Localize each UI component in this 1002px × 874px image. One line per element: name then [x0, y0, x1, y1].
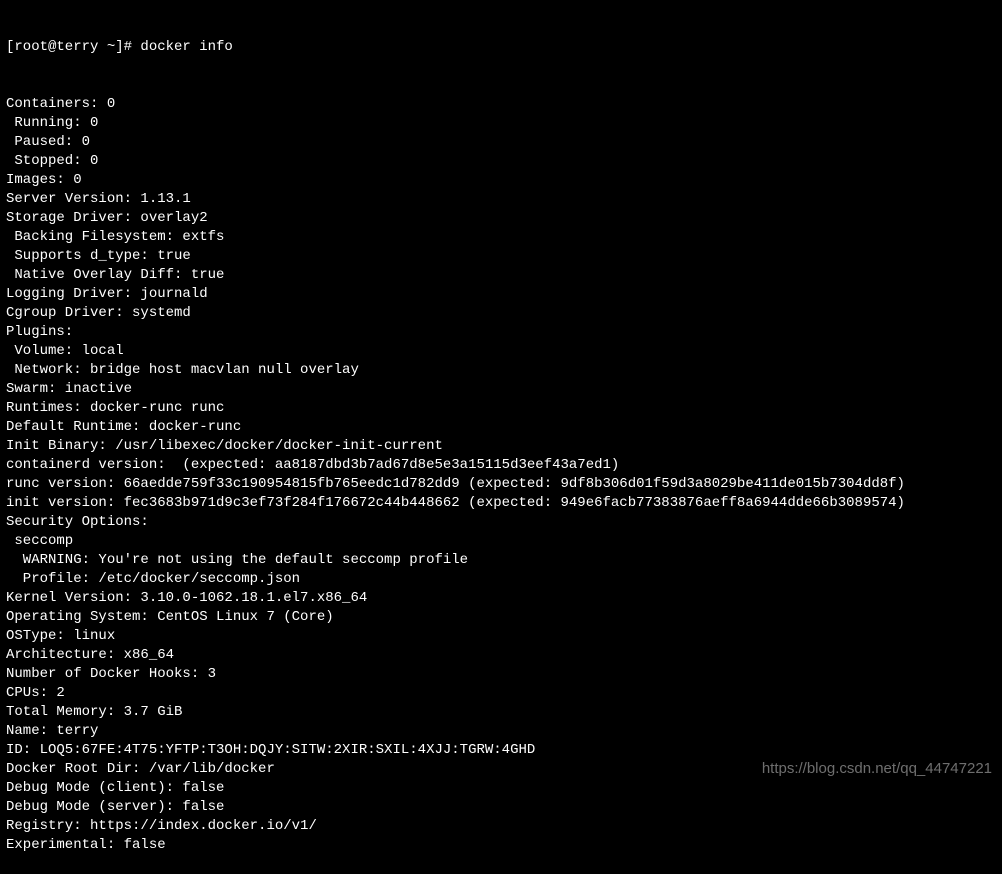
output-line: Profile: /etc/docker/seccomp.json: [6, 570, 996, 589]
output-line: containerd version: (expected: aa8187dbd…: [6, 456, 996, 475]
output-line: seccomp: [6, 532, 996, 551]
output-line: Security Options:: [6, 513, 996, 532]
output-line: Operating System: CentOS Linux 7 (Core): [6, 608, 996, 627]
output-line: Experimental: false: [6, 836, 996, 855]
output-line: Registry: https://index.docker.io/v1/: [6, 817, 996, 836]
output-line: Default Runtime: docker-runc: [6, 418, 996, 437]
output-line: Debug Mode (client): false: [6, 779, 996, 798]
output-line: Images: 0: [6, 171, 996, 190]
output-line: Paused: 0: [6, 133, 996, 152]
output-line: Native Overlay Diff: true: [6, 266, 996, 285]
output-line: Total Memory: 3.7 GiB: [6, 703, 996, 722]
output-line: Backing Filesystem: extfs: [6, 228, 996, 247]
output-line: Volume: local: [6, 342, 996, 361]
terminal-output[interactable]: [root@terry ~]# docker info Containers: …: [0, 0, 1002, 874]
output-line: OSType: linux: [6, 627, 996, 646]
output-line: Number of Docker Hooks: 3: [6, 665, 996, 684]
output-line: Storage Driver: overlay2: [6, 209, 996, 228]
output-line: Init Binary: /usr/libexec/docker/docker-…: [6, 437, 996, 456]
output-line: Server Version: 1.13.1: [6, 190, 996, 209]
output-line: Debug Mode (server): false: [6, 798, 996, 817]
output-line: Plugins:: [6, 323, 996, 342]
output-line: Architecture: x86_64: [6, 646, 996, 665]
watermark-text: https://blog.csdn.net/qq_44747221: [762, 759, 992, 778]
output-line: init version: fec3683b971d9c3ef73f284f17…: [6, 494, 996, 513]
output-line: Runtimes: docker-runc runc: [6, 399, 996, 418]
output-line: Running: 0: [6, 114, 996, 133]
output-line: Cgroup Driver: systemd: [6, 304, 996, 323]
output-line: Logging Driver: journald: [6, 285, 996, 304]
prompt-line: [root@terry ~]# docker info: [6, 38, 996, 57]
output-line: Stopped: 0: [6, 152, 996, 171]
output-line: ID: LOQ5:67FE:4T75:YFTP:T3OH:DQJY:SITW:2…: [6, 741, 996, 760]
output-line: runc version: 66aedde759f33c190954815fb7…: [6, 475, 996, 494]
output-line: Supports d_type: true: [6, 247, 996, 266]
output-line: Name: terry: [6, 722, 996, 741]
output-line: Containers: 0: [6, 95, 996, 114]
output-line: Kernel Version: 3.10.0-1062.18.1.el7.x86…: [6, 589, 996, 608]
output-line: CPUs: 2: [6, 684, 996, 703]
output-line: Network: bridge host macvlan null overla…: [6, 361, 996, 380]
output-lines: Containers: 0 Running: 0 Paused: 0 Stopp…: [6, 95, 996, 855]
output-line: WARNING: You're not using the default se…: [6, 551, 996, 570]
output-line: Swarm: inactive: [6, 380, 996, 399]
